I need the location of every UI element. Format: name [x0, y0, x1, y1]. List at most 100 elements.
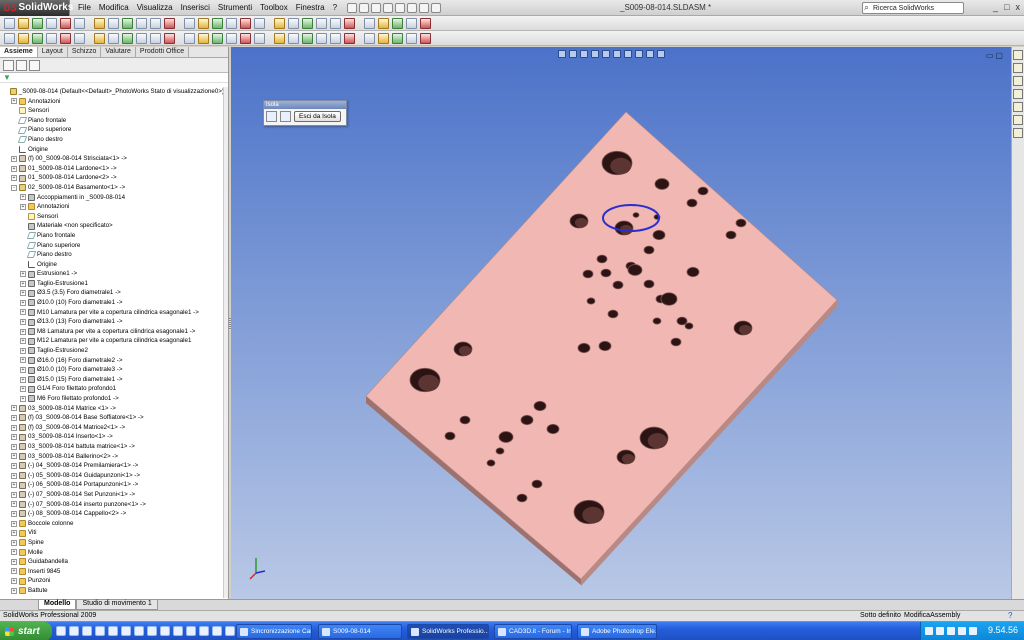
mirror-icon[interactable]	[150, 33, 161, 44]
select-icon[interactable]	[94, 18, 105, 29]
edit-appearance-icon[interactable]	[635, 50, 643, 58]
viewport-window-controls[interactable]: ▭▢	[986, 51, 1005, 60]
menu-inserisci[interactable]: Inserisci	[177, 3, 214, 12]
design-library-icon[interactable]	[1013, 63, 1023, 73]
display-style-icon[interactable]	[613, 50, 621, 58]
expand-icon[interactable]: +	[11, 434, 17, 441]
solidworks-resources-icon[interactable]	[1013, 50, 1023, 60]
expand-icon[interactable]: +	[11, 155, 17, 162]
plate-hole[interactable]	[686, 198, 698, 208]
rotate-component-icon[interactable]	[226, 18, 237, 29]
tree-item[interactable]: + Guidabandella	[0, 557, 224, 567]
tree-item[interactable]: + (-) 07_S009-08-014 inserto punzone<1> -…	[0, 500, 224, 510]
tree-item[interactable]: + M12 Lamatura per vite a copertura cilin…	[0, 336, 224, 346]
tree-item[interactable]: Origine	[0, 145, 224, 155]
tree-item[interactable]: +01_S009-08-014 Lardone<1> ->	[0, 164, 224, 174]
tree-item[interactable]: + Molle	[0, 548, 224, 558]
assembly-features-icon[interactable]	[274, 18, 285, 29]
expand-icon[interactable]: +	[11, 501, 17, 508]
ql-explorer-icon[interactable]	[82, 626, 92, 636]
move-component-icon[interactable]	[212, 18, 223, 29]
relations-icon[interactable]	[184, 33, 195, 44]
tree-item[interactable]: + M6 Foro filettato profondo1 ->	[0, 394, 224, 404]
expand-icon[interactable]: +	[20, 280, 26, 287]
plate-hole[interactable]	[725, 230, 737, 240]
plate-hole[interactable]	[652, 229, 666, 241]
plate-hole[interactable]	[598, 340, 612, 352]
minimize-button[interactable]: _	[993, 2, 998, 12]
plate-hole[interactable]	[596, 254, 608, 264]
appearances-icon[interactable]	[1013, 115, 1023, 125]
new-icon[interactable]	[347, 2, 358, 13]
taskbar-item[interactable]: Adobe Photoshop Ele...	[577, 624, 657, 639]
shaded-icon[interactable]	[364, 33, 375, 44]
plate-hole[interactable]	[486, 459, 496, 467]
display-delete-icon[interactable]	[198, 33, 209, 44]
pattern-icon[interactable]	[164, 33, 175, 44]
plate-hole[interactable]	[459, 415, 471, 425]
tree-item[interactable]: + Ø10.0 (10) Foro diametrale3 ->	[0, 365, 224, 375]
expand-icon[interactable]: +	[20, 395, 26, 402]
tree-item[interactable]: + Taglio-Estrusione1	[0, 279, 224, 289]
tree-item[interactable]: Piano frontale	[0, 116, 224, 126]
clearance-icon[interactable]	[344, 18, 355, 29]
ql-app5-icon[interactable]	[173, 626, 183, 636]
save-icon[interactable]	[371, 2, 382, 13]
ql-mail-icon[interactable]	[108, 626, 118, 636]
tray-app-icon[interactable]	[969, 627, 977, 635]
measure-icon[interactable]	[378, 18, 389, 29]
expand-icon[interactable]: +	[11, 414, 17, 421]
property-manager-icon[interactable]	[16, 60, 27, 71]
plate-hole[interactable]	[586, 297, 596, 305]
island-options-icon[interactable]	[266, 111, 277, 122]
expand-icon[interactable]: +	[11, 175, 17, 182]
tab-prodotti-office[interactable]: Prodotti Office	[135, 47, 190, 57]
tree-item[interactable]: + Ø13.0 (13) Foro diametrale1 ->	[0, 317, 224, 327]
tree-item[interactable]: + (f) 03_S009-08-014 Matrice2<1> ->	[0, 423, 224, 433]
tree-item[interactable]: Origine	[0, 260, 224, 270]
tree-filter[interactable]: ▼	[0, 73, 228, 83]
ql-desktop-icon[interactable]	[56, 626, 66, 636]
tab-schizzo[interactable]: Schizzo	[67, 47, 102, 57]
taskbar-item[interactable]: Sincronizzazione Cart...	[236, 624, 312, 639]
expand-icon[interactable]: +	[11, 443, 17, 450]
tree-item[interactable]: + G1/4 Foro filettato profondo1	[0, 384, 224, 394]
tree-item[interactable]: + Viti	[0, 528, 224, 538]
expand-icon[interactable]: +	[20, 319, 26, 326]
plate-hole[interactable]	[612, 280, 624, 290]
bill-of-materials-icon[interactable]	[316, 18, 327, 29]
tree-item[interactable]: + Boccole colonne	[0, 519, 224, 529]
plate-hole[interactable]	[607, 309, 619, 319]
mate-icon[interactable]	[198, 18, 209, 29]
solidworks-logo[interactable]: DS SolidWorks	[0, 0, 73, 16]
menu-help[interactable]: ?	[329, 3, 341, 12]
expand-icon[interactable]: +	[20, 309, 26, 316]
expand-icon[interactable]: +	[20, 271, 26, 278]
expand-icon[interactable]: +	[11, 520, 17, 527]
plate-hole[interactable]	[697, 186, 709, 196]
plate-hole[interactable]	[577, 342, 591, 354]
tree-item[interactable]: +03_S009-08-014 Inserto<1> ->	[0, 432, 224, 442]
tray-antivirus-icon[interactable]	[947, 627, 955, 635]
close-button[interactable]: x	[1016, 2, 1021, 12]
taskbar-item[interactable]: CAD3D.it - Forum - In...	[494, 624, 572, 639]
expand-icon[interactable]: +	[20, 376, 26, 383]
view-right-icon[interactable]	[274, 33, 285, 44]
options-icon[interactable]	[136, 18, 147, 29]
tab-layout[interactable]: Layout	[37, 47, 68, 57]
plate-hole[interactable]	[632, 212, 640, 218]
tree-item[interactable]: + (-) 04_S009-08-014 Premilamiera<1> ->	[0, 461, 224, 471]
rebuild-icon[interactable]	[419, 2, 430, 13]
tree-item[interactable]: - 02_S009-08-014 Basamento<1> ->	[0, 183, 224, 193]
tree-item[interactable]: Piano superiore	[0, 125, 224, 135]
tree-item[interactable]: + Inserti 9845	[0, 567, 224, 577]
offset-icon[interactable]	[136, 33, 147, 44]
options-icon[interactable]	[431, 2, 442, 13]
view-orientation-icon[interactable]	[602, 50, 610, 58]
explode-icon[interactable]	[254, 18, 265, 29]
ql-browser-icon[interactable]	[69, 626, 79, 636]
expand-icon[interactable]: +	[11, 539, 17, 546]
plate-hole[interactable]	[582, 269, 594, 279]
reference-geometry-icon[interactable]	[288, 18, 299, 29]
undo-icon[interactable]	[395, 2, 406, 13]
